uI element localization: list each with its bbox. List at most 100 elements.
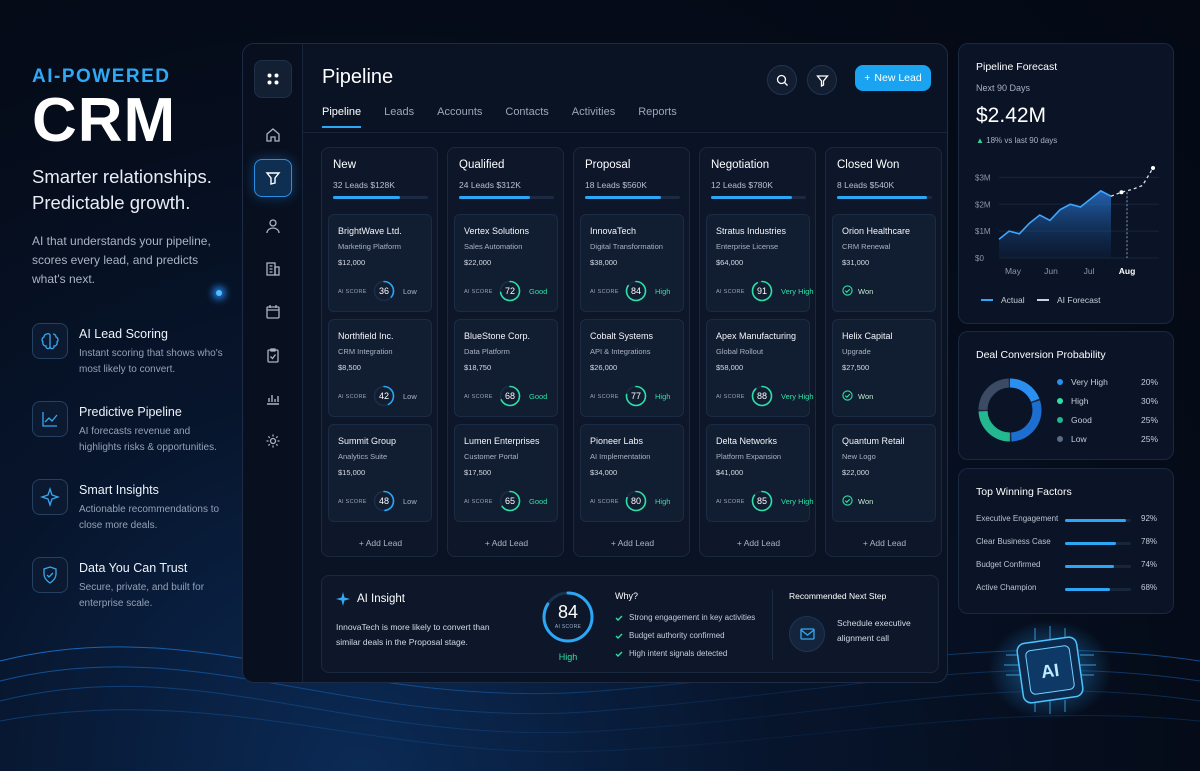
mail-icon[interactable] bbox=[789, 616, 825, 652]
new-lead-button[interactable]: + New Lead bbox=[855, 65, 931, 91]
deal-company: Delta Networks bbox=[716, 436, 778, 446]
deal-company: BrightWave Ltd. bbox=[338, 226, 402, 236]
factor-bar bbox=[1065, 565, 1131, 568]
legend-forecast: AI Forecast bbox=[1037, 295, 1100, 305]
search-button[interactable] bbox=[767, 65, 797, 95]
tab-accounts[interactable]: Accounts bbox=[437, 106, 482, 128]
deal-card[interactable]: Delta Networks Platform Expansion $41,00… bbox=[706, 424, 814, 522]
conversion-title: Deal Conversion Probability bbox=[976, 349, 1106, 361]
deal-card[interactable]: Orion Healthcare CRM Renewal $31,000 Won bbox=[832, 214, 936, 312]
tab-bar: Pipeline Leads Accounts Contacts Activit… bbox=[322, 106, 700, 128]
deal-card[interactable]: BrightWave Ltd. Marketing Platform $12,0… bbox=[328, 214, 432, 312]
deal-card[interactable]: Apex Manufacturing Global Rollout $58,00… bbox=[706, 319, 814, 417]
add-lead-button[interactable]: + Add Lead bbox=[448, 538, 565, 548]
deal-card[interactable]: Cobalt Systems API & Integrations $26,00… bbox=[580, 319, 684, 417]
won-label: Won bbox=[858, 497, 874, 506]
tab-activities[interactable]: Activities bbox=[572, 106, 615, 128]
brain-icon bbox=[32, 323, 68, 359]
deal-card[interactable]: Quantum Retail New Logo $22,000 Won bbox=[832, 424, 936, 522]
deal-product: Upgrade bbox=[842, 347, 871, 356]
building-icon[interactable] bbox=[254, 250, 292, 288]
calendar-icon[interactable] bbox=[254, 293, 292, 331]
hero-subtitle-line1: Smarter relationships. bbox=[32, 166, 212, 187]
ai-chip-label: AI bbox=[1040, 660, 1061, 682]
forecast-subtitle: Next 90 Days bbox=[976, 83, 1031, 93]
legend-pct: 20% bbox=[1141, 377, 1159, 387]
x-tick-label: Aug bbox=[1119, 266, 1136, 276]
feature-item: AI Lead Scoring Instant scoring that sho… bbox=[32, 323, 242, 401]
tab-leads[interactable]: Leads bbox=[384, 106, 414, 128]
factor-label: Executive Engagement bbox=[976, 514, 1059, 523]
score-label: Very High bbox=[781, 497, 814, 506]
factors-panel: Top Winning Factors Executive Engagement… bbox=[958, 468, 1174, 614]
deal-card[interactable]: InnovaTech Digital Transformation $38,00… bbox=[580, 214, 684, 312]
why-item-text: Budget authority confirmed bbox=[629, 631, 725, 640]
legend-pct: 25% bbox=[1141, 434, 1159, 444]
column-title: Negotiation bbox=[711, 159, 770, 171]
feature-item: Smart Insights Actionable recommendation… bbox=[32, 479, 242, 557]
deal-amount: $22,000 bbox=[842, 468, 870, 477]
up-arrow-icon: ▲ bbox=[976, 136, 984, 145]
tabs-divider bbox=[303, 132, 947, 133]
legend-low: Low bbox=[1057, 434, 1087, 444]
user-icon[interactable] bbox=[254, 207, 292, 245]
settings-icon[interactable] bbox=[254, 422, 292, 460]
why-title: Why? bbox=[615, 591, 639, 601]
add-lead-button[interactable]: + Add Lead bbox=[826, 538, 943, 548]
tab-pipeline[interactable]: Pipeline bbox=[322, 106, 362, 128]
deal-card[interactable]: Helix Capital Upgrade $27,500 Won bbox=[832, 319, 936, 417]
conversion-panel: Deal Conversion Probability Very High 20… bbox=[958, 331, 1174, 460]
score-label: Very High bbox=[781, 392, 814, 401]
ai-score: 85 bbox=[756, 496, 767, 506]
hero-section: AI-POWERED CRM Smarter relationships. Pr… bbox=[32, 66, 232, 289]
add-lead-button[interactable]: + Add Lead bbox=[322, 538, 439, 548]
home-icon[interactable] bbox=[254, 116, 292, 154]
check-circle-icon bbox=[842, 495, 853, 506]
insight-title: AI Insight bbox=[357, 593, 405, 605]
factor-label: Budget Confirmed bbox=[976, 560, 1041, 569]
check-icon bbox=[615, 633, 623, 639]
won-label: Won bbox=[858, 392, 874, 401]
apps-icon[interactable] bbox=[254, 60, 292, 98]
forecast-panel: Pipeline Forecast Next 90 Days $2.42M ▲ … bbox=[958, 43, 1174, 324]
forecast-title: Pipeline Forecast bbox=[976, 61, 1058, 73]
sparkle-icon bbox=[336, 592, 350, 606]
tab-reports[interactable]: Reports bbox=[638, 106, 677, 128]
why-item: Budget authority confirmed bbox=[615, 631, 725, 640]
ai-score-caption: AI SCORE bbox=[716, 394, 745, 400]
deal-card[interactable]: Vertex Solutions Sales Automation $22,00… bbox=[454, 214, 558, 312]
deal-product: CRM Integration bbox=[338, 347, 393, 356]
glow-dot bbox=[216, 290, 222, 296]
filter-button[interactable] bbox=[807, 65, 837, 95]
hero-title: CRM bbox=[32, 86, 177, 155]
clipboard-check-icon[interactable] bbox=[254, 336, 292, 374]
ai-score: 68 bbox=[504, 391, 515, 401]
factor-bar-fill bbox=[1065, 519, 1126, 522]
factor-pct: 68% bbox=[1141, 583, 1158, 592]
funnel-icon[interactable] bbox=[254, 159, 292, 197]
deal-card[interactable]: Lumen Enterprises Customer Portal $17,50… bbox=[454, 424, 558, 522]
add-lead-button[interactable]: + Add Lead bbox=[574, 538, 691, 548]
deal-amount: $27,500 bbox=[842, 363, 870, 372]
next-step-text[interactable]: Schedule executive alignment call bbox=[837, 616, 932, 646]
add-lead-button[interactable]: + Add Lead bbox=[700, 538, 817, 548]
deal-amount: $12,000 bbox=[338, 258, 366, 267]
factor-bar bbox=[1065, 542, 1131, 545]
legend-actual-swatch bbox=[981, 299, 993, 301]
deal-card[interactable]: BlueStone Corp. Data Platform $18,750 AI … bbox=[454, 319, 558, 417]
check-circle-icon bbox=[842, 285, 853, 296]
deal-card[interactable]: Stratus Industries Enterprise License $6… bbox=[706, 214, 814, 312]
column-meta: 18 Leads $560K bbox=[585, 180, 647, 190]
deal-product: Marketing Platform bbox=[338, 242, 401, 251]
bar-chart-icon[interactable] bbox=[254, 379, 292, 417]
deal-card[interactable]: Pioneer Labs AI Implementation $34,000 AI… bbox=[580, 424, 684, 522]
deal-card[interactable]: Summit Group Analytics Suite $15,000 AI S… bbox=[328, 424, 432, 522]
deal-card[interactable]: Northfield Inc. CRM Integration $8,500 AI… bbox=[328, 319, 432, 417]
ai-insight-panel: AI Insight InnovaTech is more likely to … bbox=[321, 575, 939, 673]
column-progress bbox=[711, 196, 806, 199]
tab-contacts[interactable]: Contacts bbox=[505, 106, 548, 128]
ai-score: 88 bbox=[756, 391, 767, 401]
deal-company: Pioneer Labs bbox=[590, 436, 644, 446]
factor-pct: 92% bbox=[1141, 514, 1158, 523]
deal-product: Enterprise License bbox=[716, 242, 779, 251]
